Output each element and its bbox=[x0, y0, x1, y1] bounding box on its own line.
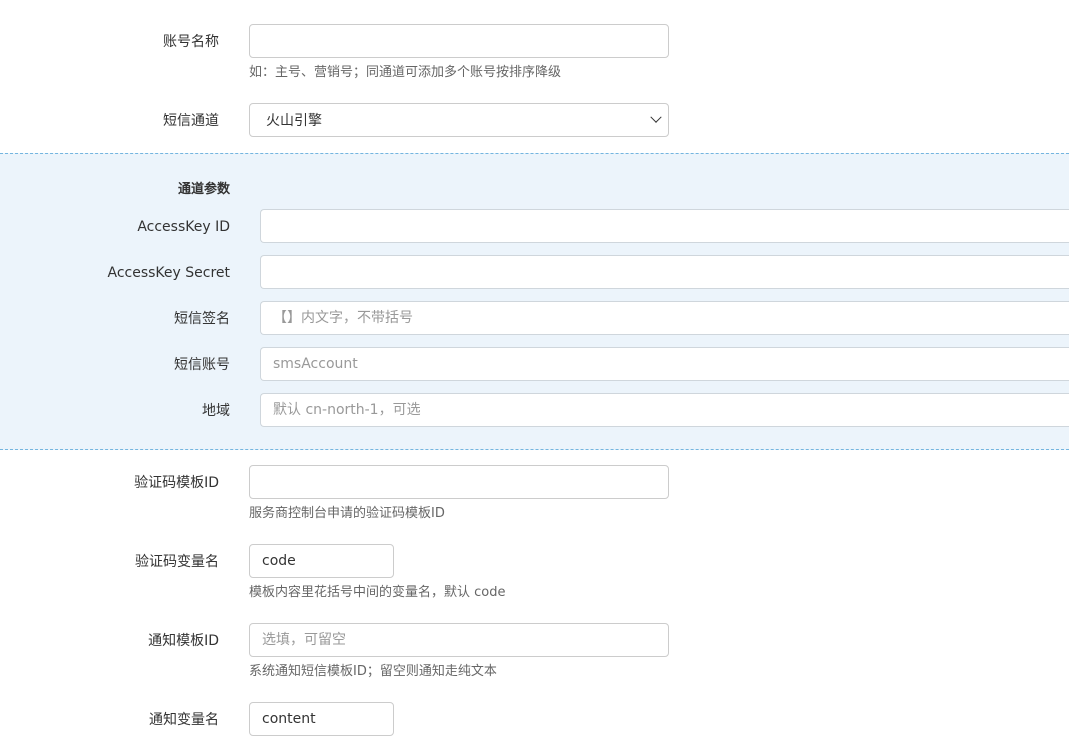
verify-template-id-label: 验证码模板ID bbox=[134, 475, 219, 491]
channel-params-panel: 通道参数 AccessKey ID AccessKey Secret 短信签名 … bbox=[0, 153, 1069, 450]
notify-template-id-help: 系统通知短信模板ID；留空则通知走纯文本 bbox=[249, 664, 497, 679]
sms-account-input[interactable] bbox=[260, 347, 1069, 381]
access-key-id-label: AccessKey ID bbox=[137, 219, 230, 235]
verify-var-name-input[interactable] bbox=[249, 544, 394, 578]
sms-signature-label: 短信签名 bbox=[174, 311, 230, 327]
access-key-id-input[interactable] bbox=[260, 209, 1069, 243]
account-name-help: 如：主号、营销号；同通道可添加多个账号按排序降级 bbox=[249, 65, 562, 80]
notify-var-name-input[interactable] bbox=[249, 702, 394, 736]
sms-signature-input[interactable] bbox=[260, 301, 1069, 335]
verify-template-id-help: 服务商控制台申请的验证码模板ID bbox=[249, 506, 445, 521]
notify-var-name-label: 通知变量名 bbox=[149, 712, 219, 728]
sms-account-label: 短信账号 bbox=[174, 357, 230, 373]
region-label: 地域 bbox=[202, 403, 230, 419]
sms-channel-label: 短信通道 bbox=[163, 113, 219, 129]
region-input[interactable] bbox=[260, 393, 1069, 427]
account-name-label: 账号名称 bbox=[163, 34, 219, 50]
notify-template-id-input[interactable] bbox=[249, 623, 669, 657]
verify-template-id-input[interactable] bbox=[249, 465, 669, 499]
chevron-down-icon bbox=[650, 111, 662, 123]
channel-params-title: 通道参数 bbox=[177, 182, 230, 197]
sms-channel-select[interactable]: 火山引擎 bbox=[249, 103, 669, 137]
verify-var-name-label: 验证码变量名 bbox=[135, 554, 219, 570]
verify-var-name-help: 模板内容里花括号中间的变量名，默认 code bbox=[249, 585, 506, 600]
access-key-secret-label: AccessKey Secret bbox=[107, 265, 230, 281]
access-key-secret-input[interactable] bbox=[260, 255, 1069, 289]
sms-channel-selected-value: 火山引擎 bbox=[266, 113, 322, 129]
account-name-input[interactable] bbox=[249, 24, 669, 58]
notify-template-id-label: 通知模板ID bbox=[148, 633, 219, 649]
